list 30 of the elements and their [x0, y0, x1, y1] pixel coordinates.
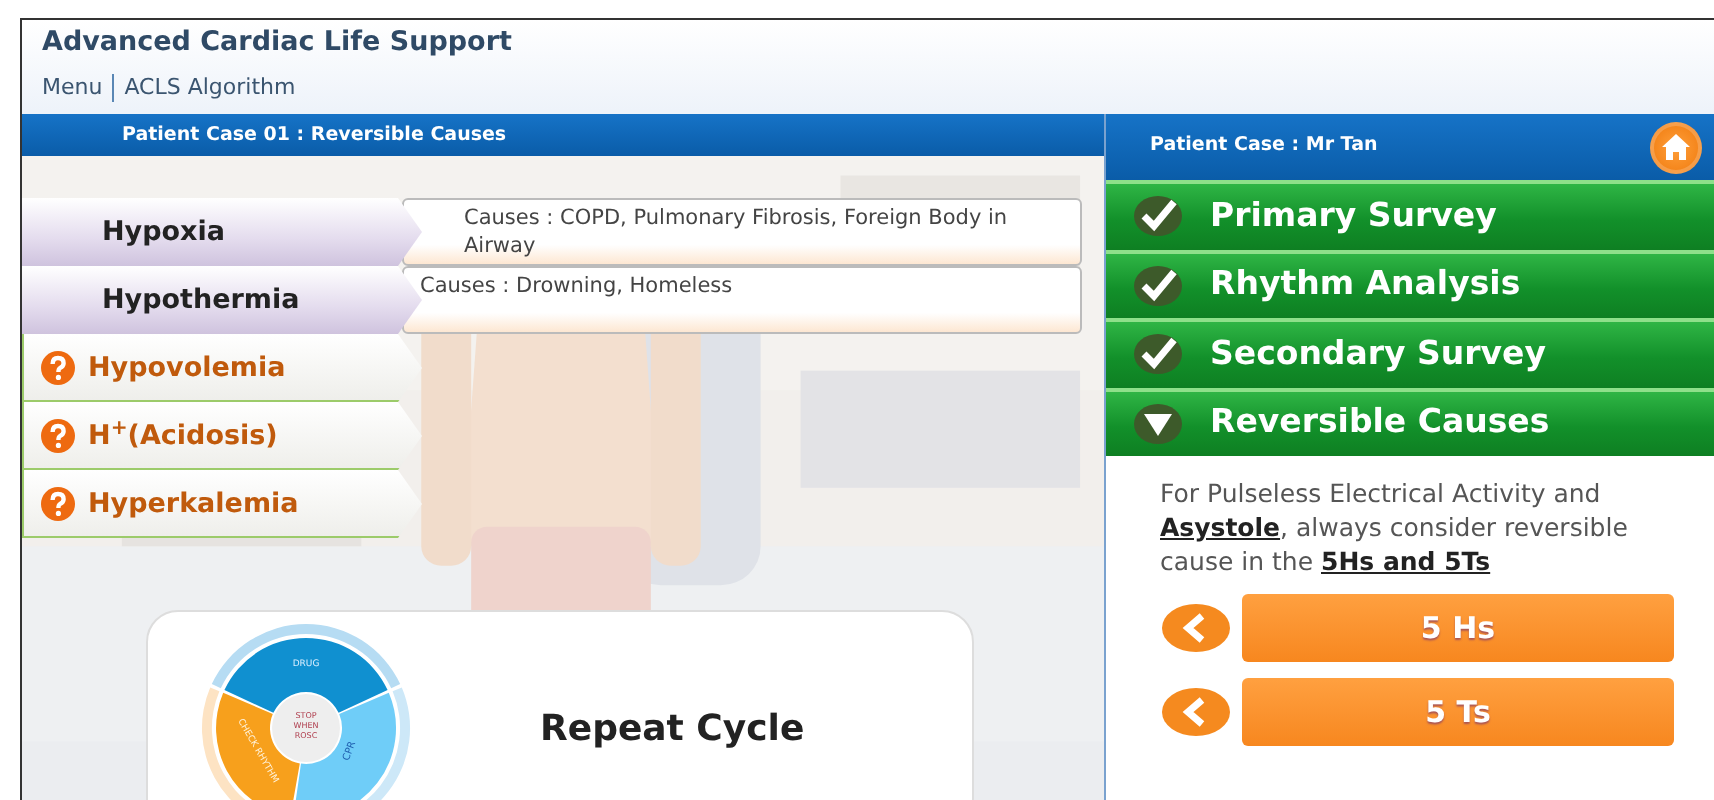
panel-title: Patient Case : Mr Tan	[1150, 132, 1378, 161]
step-button[interactable]: Rhythm Analysis	[1106, 249, 1714, 318]
home-icon	[1662, 134, 1690, 160]
cause-tooltip: Causes : Drowning, Homeless	[402, 266, 1082, 334]
cause-tab[interactable]: Hypoxia	[22, 198, 422, 266]
chevron-left-icon[interactable]	[1162, 688, 1230, 736]
question-icon	[40, 486, 76, 522]
step-button[interactable]: Primary Survey	[1106, 180, 1714, 249]
home-button[interactable]	[1650, 121, 1702, 173]
cause-tab[interactable]: Hyperkalemia	[22, 470, 422, 538]
question-icon	[40, 418, 76, 454]
chevron-left-icon[interactable]	[1162, 604, 1230, 652]
cause-tab[interactable]: Hypovolemia	[22, 334, 422, 402]
cause-group-button[interactable]: 5 Ts	[1242, 678, 1674, 746]
step-button[interactable]: Reversible Causes	[1106, 387, 1714, 456]
cause-label: H$^{+}$(Acidosis)	[88, 415, 278, 456]
question-icon	[40, 350, 76, 386]
step-button[interactable]: Secondary Survey	[1106, 318, 1714, 387]
panel-title: Patient Case 01 : Reversible Causes	[22, 114, 1104, 156]
cause-group-button[interactable]: 5 Hs	[1242, 594, 1674, 662]
cause-tab[interactable]: H$^{+}$(Acidosis)	[22, 402, 422, 470]
cause-tab[interactable]: Hypothermia	[22, 266, 422, 334]
cause-label: Hyperkalemia	[88, 485, 299, 524]
cause-label: Hypovolemia	[88, 349, 286, 388]
breadcrumb-link[interactable]: ACLS Algorithm	[124, 72, 296, 115]
instruction-text: For Pulseless Electrical Activity and Asystole, always consider reversible cause in the 5Hs and 5Ts	[1158, 476, 1630, 578]
app-title: Advanced Cardiac Life Support	[40, 24, 514, 62]
cause-tooltip: Causes : COPD, Pulmonary Fibrosis, Foreign Body in Airway	[402, 198, 1082, 266]
card-title: Repeat Cycle	[540, 708, 805, 752]
breadcrumb-link[interactable]: Menu	[42, 72, 103, 115]
